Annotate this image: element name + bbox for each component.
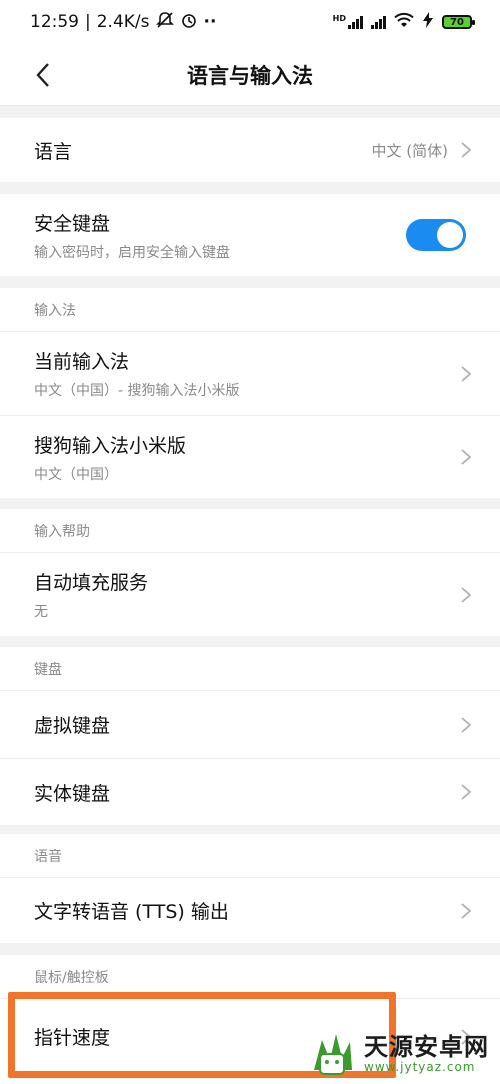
current-input-method-sub: 中文（中国）- 搜狗输入法小米版: [34, 383, 240, 399]
tts-output-label: 文字转语音 (TTS) 输出: [34, 901, 229, 923]
status-time: 12:59: [30, 12, 79, 32]
secure-keyboard-description: 输入密码时，启用安全输入键盘: [34, 244, 230, 261]
voice-section: 语音 文字转语音 (TTS) 输出: [0, 834, 500, 943]
section-header-keyboard: 键盘: [0, 647, 500, 691]
secure-keyboard-label: 安全键盘: [34, 212, 111, 235]
sogou-input-method-label: 搜狗输入法小米版: [34, 434, 187, 457]
chevron-right-icon: [461, 716, 472, 733]
language-row[interactable]: 语言 中文 (简体): [0, 118, 500, 182]
more-dots: ··: [203, 12, 217, 32]
language-value: 中文 (简体): [371, 141, 448, 160]
virtual-keyboard-row[interactable]: 虚拟键盘: [0, 691, 500, 758]
sogou-input-method-sub: 中文（中国）: [34, 466, 118, 483]
sogou-input-method-row[interactable]: 搜狗输入法小米版 中文（中国）: [0, 415, 500, 498]
chevron-right-icon: [461, 449, 472, 465]
battery-indicator: 70: [442, 15, 475, 29]
chevron-right-icon: [461, 365, 472, 382]
section-header-input-help: 输入帮助: [0, 509, 500, 553]
chevron-right-icon: [461, 586, 472, 603]
pointer-speed-label: 指针速度: [34, 1027, 111, 1049]
language-label: 语言: [34, 140, 73, 163]
autofill-service-sub: 无: [34, 604, 48, 620]
current-input-method-label: 当前输入法: [34, 351, 130, 373]
tts-output-row[interactable]: 文字转语音 (TTS) 输出: [0, 878, 500, 943]
android-logo-icon: [314, 1034, 352, 1075]
section-header-voice: 语音: [0, 834, 500, 878]
chevron-left-icon: [36, 63, 49, 87]
physical-keyboard-label: 实体键盘: [34, 782, 111, 805]
bolt-icon: [422, 11, 434, 33]
signal-icon: [371, 15, 386, 29]
secure-keyboard-card: 安全键盘 输入密码时，启用安全输入键盘: [0, 194, 500, 276]
language-card: 语言 中文 (简体): [0, 118, 500, 182]
secure-keyboard-toggle[interactable]: [406, 219, 466, 251]
toggle-knob: [437, 222, 463, 248]
keyboard-section: 键盘 虚拟键盘 实体键盘: [0, 647, 500, 825]
network-speed: 2.4K/s: [96, 12, 150, 32]
section-header-input-method: 输入法: [0, 288, 500, 332]
section-header-pointer: 鼠标/触控板: [0, 955, 500, 999]
physical-keyboard-row[interactable]: 实体键盘: [0, 758, 500, 825]
page-title: 语言与输入法: [187, 63, 313, 88]
hd-label: HD: [332, 14, 346, 23]
autofill-service-label: 自动填充服务: [34, 572, 149, 594]
status-bar: 12:59 | 2.4K/s ·· HD 70: [0, 0, 500, 44]
autofill-service-row[interactable]: 自动填充服务 无: [0, 553, 500, 636]
watermark-url: www.jytyaz.com: [364, 1059, 476, 1074]
virtual-keyboard-label: 虚拟键盘: [34, 715, 111, 737]
signal-hd-icon: HD: [333, 15, 363, 29]
status-separator: |: [85, 12, 91, 32]
input-help-section: 输入帮助 自动填充服务 无: [0, 509, 500, 636]
input-method-section: 输入法 当前输入法 中文（中国）- 搜狗输入法小米版 搜狗输入法小米版 中文（中…: [0, 288, 500, 498]
wifi-icon: [394, 12, 414, 33]
chevron-right-icon: [461, 902, 472, 919]
watermark: 天源安卓网 www.jytyaz.com: [306, 1024, 500, 1084]
chevron-right-icon: [461, 142, 472, 158]
chevron-right-icon: [461, 784, 472, 800]
mute-bell-icon: [155, 11, 174, 34]
back-button[interactable]: [26, 58, 60, 92]
watermark-title: 天源安卓网: [364, 1033, 489, 1062]
nav-bar: 语言与输入法: [0, 44, 500, 106]
secure-keyboard-row[interactable]: 安全键盘 输入密码时，启用安全输入键盘: [0, 194, 500, 276]
current-input-method-row[interactable]: 当前输入法 中文（中国）- 搜狗输入法小米版: [0, 332, 500, 415]
alarm-icon: [180, 11, 198, 34]
